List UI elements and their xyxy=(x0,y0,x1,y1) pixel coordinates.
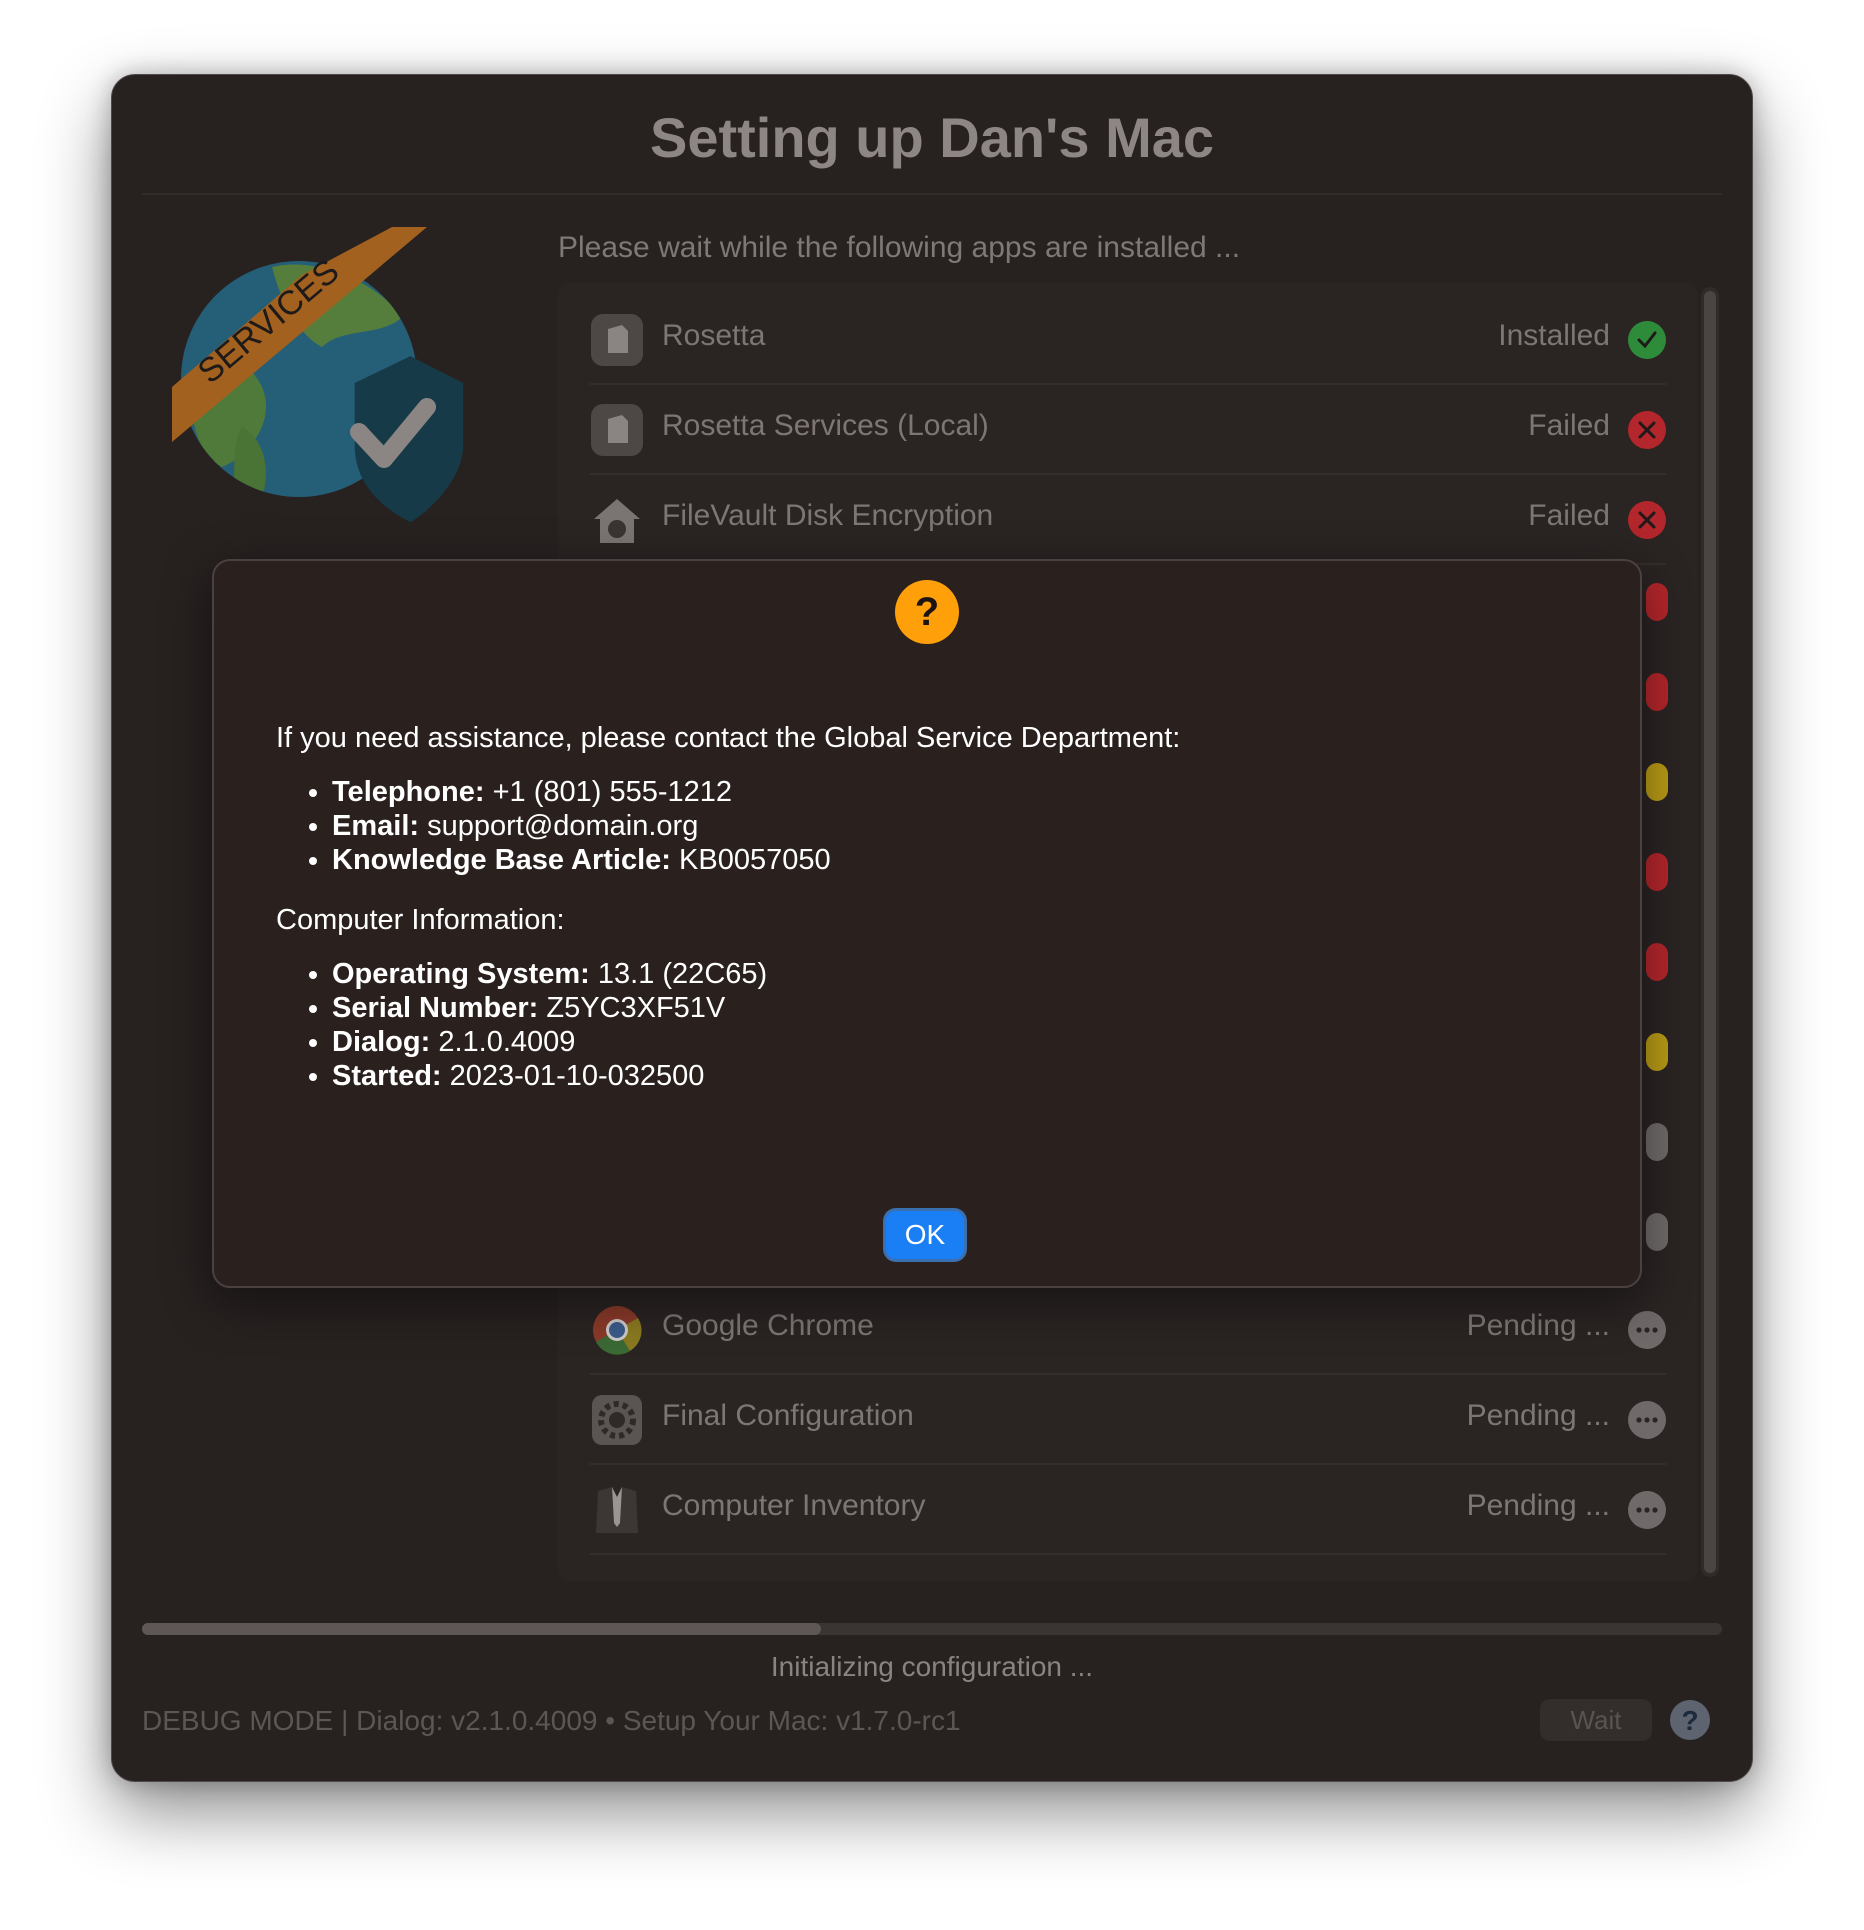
app-name: Final Configuration xyxy=(662,1399,914,1432)
list-item: FileVault Disk Encryption Failed xyxy=(590,473,1666,565)
services-logo: SERVICES xyxy=(172,227,464,523)
svg-text:?: ? xyxy=(1681,1705,1698,1736)
footer-info: DEBUG MODE | Dialog: v2.1.0.4009 • Setup… xyxy=(142,1705,961,1736)
status-icon-edge xyxy=(1646,943,1668,981)
contact-value: KB0057050 xyxy=(670,844,831,876)
gear-icon xyxy=(592,1395,642,1445)
svg-text:?: ? xyxy=(915,590,939,634)
list-scrollbar-thumb[interactable] xyxy=(1704,291,1716,1573)
contact-value: +1 (801) 555-1212 xyxy=(484,776,733,808)
x-circle-icon xyxy=(1628,501,1666,539)
filevault-house-icon xyxy=(594,499,640,543)
info-label: Dialog: xyxy=(332,1026,431,1058)
app-name: FileVault Disk Encryption xyxy=(662,499,994,532)
app-name: Computer Inventory xyxy=(662,1489,926,1522)
app-name: Google Chrome xyxy=(662,1309,874,1342)
list-item: Computer Inventory Pending ... xyxy=(590,1463,1666,1555)
status-icon-edge xyxy=(1646,763,1668,801)
list-item: Final Configuration Pending ... xyxy=(590,1373,1666,1465)
rosetta-icon xyxy=(591,314,643,366)
app-status: Pending ... xyxy=(1466,1399,1610,1432)
title-divider xyxy=(142,193,1722,195)
contact-kb-article: Knowledge Base Article: KB0057050 xyxy=(332,843,1180,877)
window-title: Setting up Dan's Mac xyxy=(649,106,1215,169)
contact-label: Knowledge Base Article: xyxy=(332,844,671,876)
chrome-icon xyxy=(593,1306,642,1355)
install-subtitle: Please wait while the following apps are… xyxy=(558,231,1241,264)
computer-info-list: Operating System: 13.1 (22C65) Serial Nu… xyxy=(276,957,1180,1093)
checkmark-circle-icon xyxy=(1628,321,1666,359)
info-label: Operating System: xyxy=(332,958,590,990)
status-icon-edge xyxy=(1646,853,1668,891)
status-icon-edge xyxy=(1646,1033,1668,1071)
app-status: Failed xyxy=(1528,499,1610,532)
info-value: 2.1.0.4009 xyxy=(430,1026,576,1058)
ellipsis-circle-icon xyxy=(1628,1311,1666,1349)
info-value: Z5YC3XF51V xyxy=(538,992,726,1024)
contact-label: Telephone: xyxy=(332,776,485,808)
info-label: Serial Number: xyxy=(332,992,539,1024)
info-serial: Serial Number: Z5YC3XF51V xyxy=(332,991,1180,1025)
app-name: Rosetta xyxy=(662,319,766,352)
app-status: Installed xyxy=(1498,319,1610,352)
contact-telephone: Telephone: +1 (801) 555-1212 xyxy=(332,775,1180,809)
dialog-body: If you need assistance, please contact t… xyxy=(276,721,1180,1119)
question-circle-icon[interactable]: ? xyxy=(1669,1699,1711,1741)
contact-label: Email: xyxy=(332,810,420,842)
list-item: Rosetta Services (Local) Failed xyxy=(590,383,1666,475)
info-label: Started: xyxy=(332,1060,442,1092)
list-item: Rosetta Installed xyxy=(590,293,1666,385)
dialog-intro: If you need assistance, please contact t… xyxy=(276,722,1181,754)
status-icon-edge xyxy=(1646,1213,1668,1251)
info-os: Operating System: 13.1 (22C65) xyxy=(332,957,1180,991)
app-status: Failed xyxy=(1528,409,1610,442)
ellipsis-circle-icon xyxy=(1628,1401,1666,1439)
app-name: Rosetta Services (Local) xyxy=(662,409,989,442)
wait-button[interactable]: Wait xyxy=(1540,1699,1652,1741)
x-circle-icon xyxy=(1628,411,1666,449)
rosetta-icon xyxy=(591,404,643,456)
app-status: Pending ... xyxy=(1466,1309,1610,1342)
info-started: Started: 2023-01-10-032500 xyxy=(332,1059,1180,1093)
question-circle-icon: ? xyxy=(895,580,959,644)
contact-email: Email: support@domain.org xyxy=(332,809,1180,843)
status-icon-edge xyxy=(1646,1123,1668,1161)
contact-list: Telephone: +1 (801) 555-1212 Email: supp… xyxy=(276,775,1180,877)
info-dialog-version: Dialog: 2.1.0.4009 xyxy=(332,1025,1180,1059)
info-value: 2023-01-10-032500 xyxy=(441,1060,705,1092)
tuxedo-icon xyxy=(596,1487,638,1533)
help-dialog: ? If you need assistance, please contact… xyxy=(212,559,1642,1288)
ok-button[interactable]: OK xyxy=(886,1211,964,1259)
progress-bar-fill xyxy=(142,1623,821,1635)
contact-value: support@domain.org xyxy=(419,810,699,842)
ellipsis-circle-icon xyxy=(1628,1491,1666,1529)
computer-info-heading: Computer Information: xyxy=(276,904,565,936)
status-icon-edge xyxy=(1646,673,1668,711)
info-value: 13.1 (22C65) xyxy=(589,958,768,990)
list-item: Google Chrome Pending ... xyxy=(590,1283,1666,1375)
progress-text: Initializing configuration ... xyxy=(770,1651,1094,1682)
status-icon-edge xyxy=(1646,583,1668,621)
app-status: Pending ... xyxy=(1466,1489,1610,1522)
